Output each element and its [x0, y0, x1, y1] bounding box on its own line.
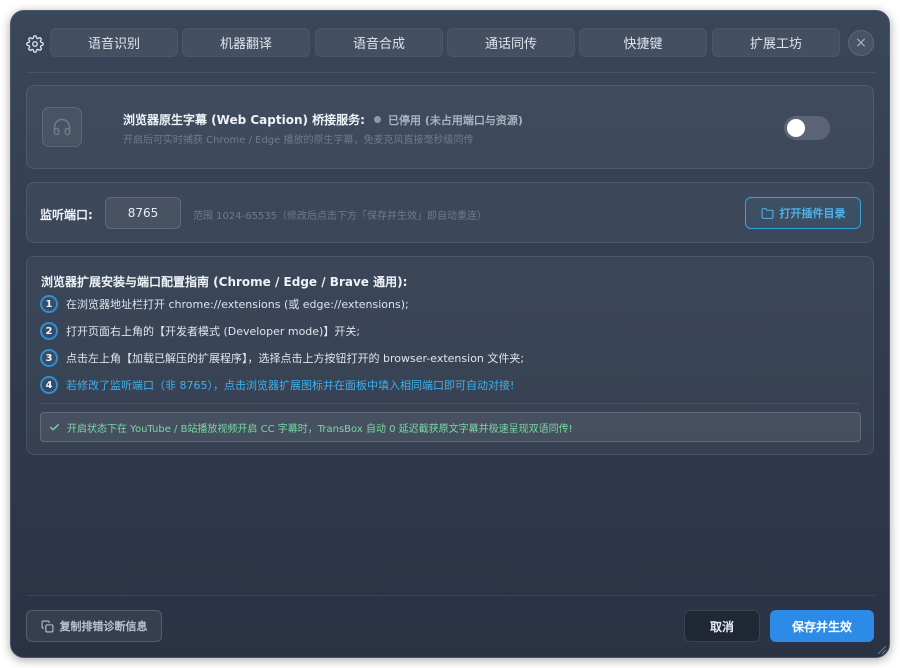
guide-step-highlight: 4 若修改了监听端口（非 8765），点击浏览器扩展图标并在面板中填入相同端口即…: [40, 376, 514, 394]
close-icon: ×: [855, 35, 867, 51]
toggle-knob: [787, 119, 805, 137]
resize-grip-icon[interactable]: [875, 643, 887, 655]
tab-speech-synthesis[interactable]: 语音合成: [315, 28, 443, 57]
cancel-button[interactable]: 取消: [684, 610, 760, 642]
close-button[interactable]: ×: [848, 30, 874, 56]
header-divider: [26, 72, 876, 73]
service-title-row: 浏览器原生字幕 (Web Caption) 桥接服务: 已停用 (未占用端口与资…: [123, 111, 523, 128]
tab-extension-workshop[interactable]: 扩展工坊: [712, 28, 840, 57]
tab-shortcuts[interactable]: 快捷键: [579, 28, 707, 57]
port-hint: 范围 1024-65535（修改后点击下方「保存并生效」即自动重连）: [193, 211, 488, 222]
port-input[interactable]: [105, 197, 181, 229]
guide-card: 浏览器扩展安装与端口配置指南 (Chrome / Edge / Brave 通用…: [26, 256, 874, 455]
service-card: 浏览器原生字幕 (Web Caption) 桥接服务: 已停用 (未占用端口与资…: [26, 85, 874, 169]
step-number-badge: 3: [40, 349, 58, 367]
status-dot-icon: [373, 116, 381, 123]
step-text: 在浏览器地址栏打开 chrome://extensions (或 edge://…: [66, 298, 409, 311]
check-icon: [50, 423, 59, 430]
step-text: 打开页面右上角的【开发者模式 (Developer mode)】开关;: [66, 325, 361, 338]
tab-machine-translation[interactable]: 机器翻译: [182, 28, 310, 57]
settings-window: 语音识别 机器翻译 语音合成 通话同传 快捷键 扩展工坊 × 浏览器原生字幕 (…: [10, 10, 890, 658]
copy-icon: [41, 620, 53, 632]
headphones-icon: [42, 107, 82, 147]
port-label: 监听端口:: [40, 208, 93, 222]
guide-step: 2 打开页面右上角的【开发者模式 (Developer mode)】开关;: [40, 322, 360, 340]
gear-icon[interactable]: [26, 35, 44, 53]
service-title: 浏览器原生字幕 (Web Caption) 桥接服务:: [123, 113, 365, 127]
step-number-badge: 1: [40, 295, 58, 313]
step-number-badge: 2: [40, 322, 58, 340]
copy-diagnostics-button[interactable]: 复制排错诊断信息: [26, 610, 162, 642]
notice-text: 开启状态下在 YouTube / B站播放视频开启 CC 字幕时，TransBo…: [67, 423, 573, 435]
service-toggle[interactable]: [784, 116, 830, 140]
guide-step: 1 在浏览器地址栏打开 chrome://extensions (或 edge:…: [40, 295, 409, 313]
tab-call-interpretation[interactable]: 通话同传: [447, 28, 575, 57]
notice-banner: 开启状态下在 YouTube / B站播放视频开启 CC 字幕时，TransBo…: [40, 412, 861, 442]
service-status: 已停用 (未占用端口与资源): [387, 113, 523, 127]
open-plugin-dir-label: 打开插件目录: [779, 207, 846, 220]
service-description: 开启后可实时捕获 Chrome / Edge 播放的原生字幕，免麦克风直接毫秒级…: [123, 135, 474, 146]
guide-step: 3 点击左上角【加载已解压的扩展程序】，选择点击上方按钮打开的 browser-…: [40, 349, 524, 367]
step-number-badge: 4: [40, 376, 58, 394]
open-plugin-dir-button[interactable]: 打开插件目录: [745, 197, 861, 229]
save-apply-button[interactable]: 保存并生效: [770, 610, 874, 642]
guide-divider: [40, 403, 860, 404]
copy-diagnostics-label: 复制排错诊断信息: [59, 620, 148, 633]
step-text: 若修改了监听端口（非 8765），点击浏览器扩展图标并在面板中填入相同端口即可自…: [66, 379, 515, 392]
footer-divider: [26, 595, 876, 596]
step-text: 点击左上角【加载已解压的扩展程序】，选择点击上方按钮打开的 browser-ex…: [66, 352, 525, 365]
tab-speech-recognition[interactable]: 语音识别: [50, 28, 178, 57]
folder-icon: [761, 207, 773, 219]
port-card: 监听端口: 范围 1024-65535（修改后点击下方「保存并生效」即自动重连）…: [26, 182, 874, 243]
guide-title: 浏览器扩展安装与端口配置指南 (Chrome / Edge / Brave 通用…: [41, 275, 408, 289]
